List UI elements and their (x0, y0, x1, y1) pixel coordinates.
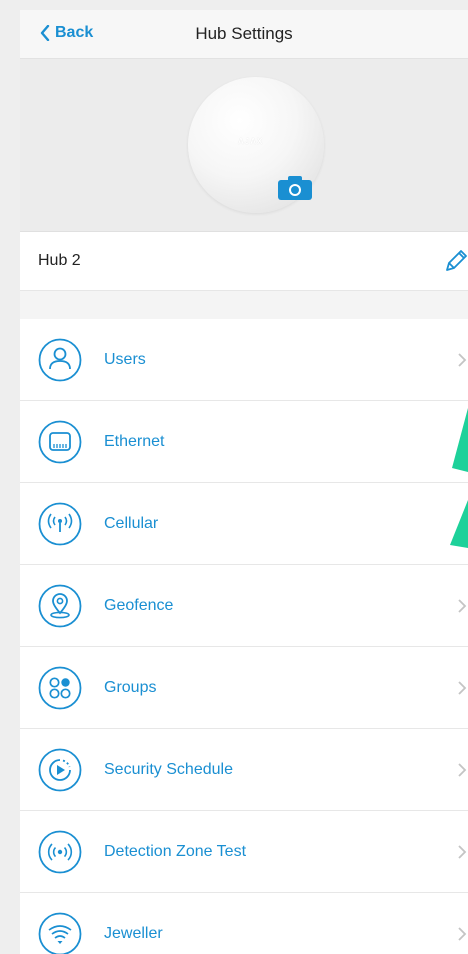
menu-item-label: Geofence (104, 597, 174, 614)
chevron-right-icon (458, 927, 467, 941)
menu-item-detection-zone-test[interactable]: Detection Zone Test (20, 811, 468, 893)
location-pin-icon (38, 584, 82, 628)
chevron-right-icon (458, 763, 467, 777)
user-icon (38, 338, 82, 382)
menu-item-label: Jeweller (104, 925, 163, 942)
menu-item-label: Detection Zone Test (104, 843, 247, 860)
antenna-icon (38, 502, 82, 546)
menu-item-groups[interactable]: Groups (20, 647, 468, 729)
hub-name-row[interactable]: Hub 2 (20, 232, 468, 291)
menu-item-label: Ethernet (104, 433, 165, 450)
groups-icon (38, 666, 82, 710)
menu-item-geofence[interactable]: Geofence (20, 565, 468, 647)
menu-item-users[interactable]: Users (20, 319, 468, 401)
settings-list: Users Ethernet Cellular Geofence Groups … (20, 319, 468, 954)
section-spacer (20, 291, 468, 319)
camera-icon[interactable] (277, 175, 313, 201)
pencil-icon[interactable] (443, 248, 468, 274)
chevron-right-icon (458, 681, 467, 695)
chevron-right-icon (458, 353, 467, 367)
hub-image-area: AJAX (20, 59, 468, 232)
radio-signal-icon (38, 830, 82, 874)
chevron-right-icon (458, 599, 467, 613)
ethernet-icon (38, 420, 82, 464)
hub-logo: AJAX (238, 137, 264, 146)
play-schedule-icon (38, 748, 82, 792)
menu-item-cellular[interactable]: Cellular (20, 483, 468, 565)
page-title: Hub Settings (195, 24, 293, 43)
hub-settings-screen: Back Hub Settings AJAX Hub 2 Users Ether… (20, 10, 468, 954)
wifi-signal-icon (38, 912, 82, 954)
menu-item-label: Security Schedule (104, 761, 233, 778)
menu-item-ethernet[interactable]: Ethernet (20, 401, 468, 483)
chevron-right-icon (458, 845, 467, 859)
menu-item-label: Groups (104, 679, 157, 696)
menu-item-jeweller[interactable]: Jeweller (20, 893, 468, 954)
menu-item-label: Users (104, 351, 146, 368)
navigation-bar: Back Hub Settings (20, 10, 468, 59)
menu-item-security-schedule[interactable]: Security Schedule (20, 729, 468, 811)
menu-item-label: Cellular (104, 515, 159, 532)
hub-name: Hub 2 (38, 252, 81, 269)
